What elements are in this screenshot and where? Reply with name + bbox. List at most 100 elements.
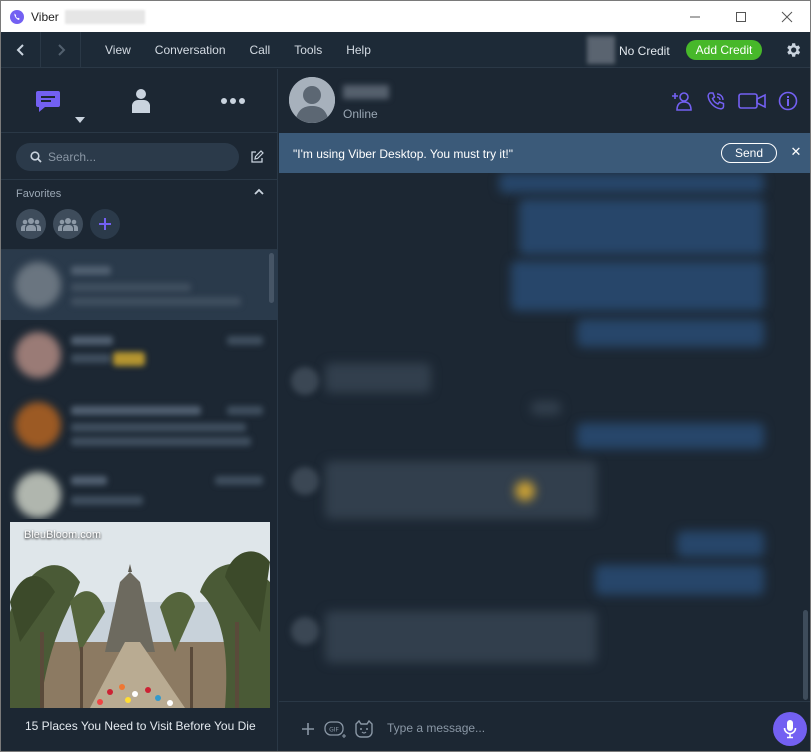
caret-down-icon[interactable] (75, 117, 85, 123)
forward-button[interactable] (41, 31, 81, 68)
avatar (15, 472, 61, 518)
gif-icon: GIF (324, 721, 346, 738)
menu-bar: View Conversation Call Tools Help No Cre… (1, 31, 810, 68)
redacted-text (71, 437, 251, 446)
menu-conversation[interactable]: Conversation (155, 43, 226, 57)
add-favorite-button[interactable] (90, 209, 120, 239)
compose-button[interactable] (247, 147, 267, 167)
chat-list-scrollbar[interactable] (269, 253, 274, 303)
menu-view[interactable]: View (105, 43, 131, 57)
message-bubble-outgoing[interactable] (519, 199, 764, 255)
date-separator (531, 401, 561, 415)
tab-chats[interactable] (32, 85, 64, 117)
viber-logo-icon (10, 9, 24, 24)
chat-bubble-icon (36, 91, 60, 112)
sidebar-tabs (1, 69, 277, 133)
redacted-text (71, 496, 143, 505)
chat-list (1, 249, 278, 519)
group-icon (58, 218, 78, 231)
message-bubble-outgoing[interactable] (677, 531, 764, 557)
chevron-left-icon (16, 43, 24, 56)
viber-window: Viber View Conversation Call Tools Help … (0, 0, 811, 752)
video-call-button[interactable] (738, 89, 766, 113)
message-area (279, 173, 810, 701)
chevron-right-icon (57, 43, 65, 56)
microphone-icon (783, 720, 797, 739)
message-bubble-outgoing[interactable] (499, 173, 764, 193)
favorites-row (16, 209, 120, 239)
redacted-text (71, 354, 111, 363)
maximize-button[interactable] (718, 1, 764, 32)
message-bubble-incoming[interactable] (325, 363, 431, 393)
attach-button[interactable] (297, 718, 319, 740)
back-button[interactable] (1, 31, 41, 68)
add-participant-button[interactable] (670, 89, 694, 113)
message-bubble-outgoing[interactable] (595, 565, 764, 595)
voice-call-button[interactable] (704, 89, 728, 113)
conversation-panel: Online "I'm using Viber Desktop. You mus… (279, 69, 810, 751)
favorite-group-1[interactable] (16, 209, 46, 239)
tab-more[interactable] (217, 85, 249, 117)
gif-button[interactable]: GIF (323, 718, 349, 740)
tab-contacts[interactable] (125, 85, 157, 117)
minimize-icon (690, 16, 700, 17)
search-input[interactable] (48, 150, 218, 164)
video-camera-icon (738, 93, 766, 109)
message-bubble-outgoing[interactable] (511, 261, 764, 311)
message-bubble-incoming[interactable] (325, 611, 597, 663)
settings-button[interactable] (781, 38, 805, 62)
redacted-text (71, 406, 201, 415)
chat-list-item[interactable] (1, 250, 278, 320)
person-icon (289, 77, 335, 123)
title-redacted (64, 9, 145, 24)
sender-avatar (291, 467, 319, 495)
plus-icon (302, 723, 314, 735)
chat-list-item[interactable] (1, 390, 278, 460)
message-input[interactable] (387, 718, 747, 738)
close-window-button[interactable] (764, 1, 810, 32)
redacted-text (71, 297, 241, 306)
favorites-label: Favorites (16, 188, 62, 200)
favorite-group-2[interactable] (53, 209, 83, 239)
menu-call[interactable]: Call (250, 43, 271, 57)
sender-avatar (291, 617, 319, 645)
chat-list-item[interactable] (1, 460, 278, 519)
compose-icon (251, 150, 264, 163)
redacted-text (71, 476, 107, 485)
favorites-header: Favorites (1, 179, 278, 205)
redacted-text (71, 266, 111, 275)
redacted-text (215, 476, 263, 485)
voice-message-button[interactable] (773, 712, 807, 746)
avatar (15, 262, 61, 308)
ad-caption[interactable]: 15 Places You Need to Visit Before You D… (25, 719, 256, 733)
banner-close-button[interactable]: ✕ (789, 145, 803, 159)
ad-source: BleuBloom.com (24, 529, 102, 541)
menu-help[interactable]: Help (346, 43, 371, 57)
window-title: Viber (31, 9, 59, 24)
account-avatar[interactable] (587, 36, 615, 64)
message-bubble-outgoing[interactable] (577, 319, 764, 347)
ad-banner[interactable]: BleuBloom.com (10, 522, 270, 708)
add-credit-button[interactable]: Add Credit (686, 40, 762, 60)
group-icon (21, 218, 41, 231)
message-bubble-outgoing[interactable] (577, 423, 764, 449)
chevron-up-icon[interactable] (253, 186, 265, 198)
invite-banner: "I'm using Viber Desktop. You must try i… (279, 133, 810, 173)
chat-list-item[interactable] (1, 320, 278, 390)
chat-header: Online (279, 69, 810, 133)
avatar (15, 402, 61, 448)
banner-send-button[interactable]: Send (721, 143, 777, 163)
contact-avatar[interactable] (289, 77, 335, 123)
info-icon (778, 91, 798, 111)
emoji-blur (515, 481, 535, 501)
sticker-button[interactable] (353, 718, 375, 740)
minimize-button[interactable] (672, 1, 718, 32)
menu-tools[interactable]: Tools (294, 43, 322, 57)
phone-icon (707, 92, 725, 110)
banner-text: "I'm using Viber Desktop. You must try i… (293, 147, 514, 161)
message-bubble-incoming[interactable] (325, 461, 597, 519)
maximize-icon (736, 11, 746, 22)
message-scrollbar[interactable] (803, 610, 808, 700)
redacted-text (71, 283, 191, 292)
info-button[interactable] (776, 89, 800, 113)
